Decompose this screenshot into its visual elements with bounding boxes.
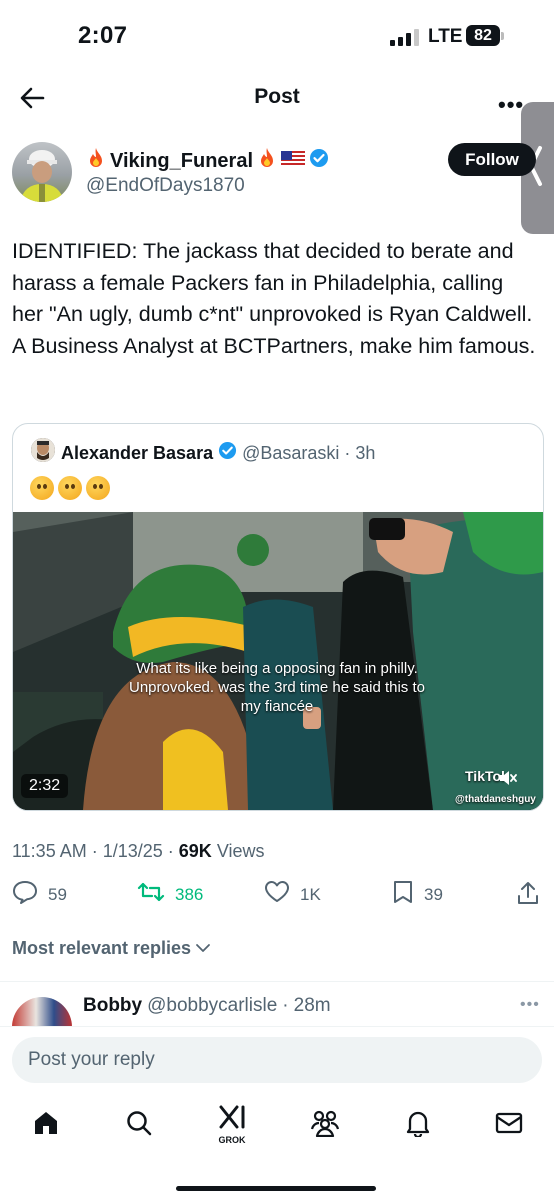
separator-dot: ·	[282, 995, 289, 1016]
share-icon	[516, 880, 540, 911]
fire-icon	[86, 147, 106, 175]
shocked-face-icon	[58, 476, 82, 500]
view-count: 69K	[178, 841, 212, 861]
status-time: 2:07	[78, 22, 128, 49]
author-name: Viking_Funeral	[110, 149, 254, 172]
tab-search[interactable]	[114, 1100, 164, 1150]
mail-icon	[495, 1111, 523, 1140]
home-icon	[32, 1109, 60, 1142]
shocked-face-icon	[86, 476, 110, 500]
author-name-row[interactable]: Viking_Funeral	[86, 147, 329, 175]
post-date: 1/13/25	[102, 841, 163, 861]
action-bar: 59 386 1K 39	[0, 880, 554, 912]
battery-icon: 82	[466, 25, 500, 46]
reply-more-options-icon[interactable]: •••	[520, 996, 540, 1014]
reply-button[interactable]: 59	[12, 880, 67, 909]
quoted-time: 3h	[355, 442, 376, 463]
reply-author-name: Bobby	[83, 995, 143, 1016]
tab-communities[interactable]	[300, 1100, 350, 1150]
bookmark-button[interactable]: 39	[392, 880, 443, 909]
quoted-author-row: Alexander Basara @Basaraski · 3h	[61, 441, 375, 465]
follow-button[interactable]: Follow	[448, 143, 536, 176]
replies-filter-label: Most relevant replies	[12, 938, 192, 958]
reply-avatar[interactable]	[12, 997, 72, 1027]
video-duration: 2:32	[21, 774, 69, 798]
home-indicator	[176, 1186, 376, 1191]
signal-icon	[390, 28, 419, 46]
bookmark-count: 39	[424, 884, 443, 904]
separator-dot: ·	[344, 442, 351, 463]
views-label: Views	[216, 841, 265, 861]
post-timestamp: 11:35 AM · 1/13/25 · 69K Views	[12, 841, 265, 861]
reply-input[interactable]	[12, 1037, 542, 1083]
like-button[interactable]: 1K	[264, 880, 321, 909]
verified-badge-icon	[218, 441, 237, 465]
quoted-handle: @Basaraski	[242, 442, 340, 463]
replies-filter[interactable]: Most relevant replies	[12, 938, 211, 959]
quoted-author-name[interactable]: Alexander Basara	[61, 443, 213, 464]
heart-icon	[264, 880, 290, 909]
avatar[interactable]	[12, 142, 72, 202]
page-title: Post	[254, 85, 300, 108]
communities-icon	[309, 1109, 341, 1142]
share-button[interactable]	[516, 880, 540, 911]
repost-count: 386	[175, 884, 204, 904]
like-count: 1K	[300, 884, 321, 904]
search-icon	[125, 1109, 153, 1142]
bookmark-icon	[392, 880, 414, 909]
divider	[0, 981, 554, 982]
grok-label: GROK	[218, 1135, 246, 1145]
mute-icon[interactable]	[499, 770, 517, 791]
repost-button[interactable]: 386	[137, 880, 203, 909]
reply-time: 28m	[293, 995, 331, 1016]
battery-tip	[501, 32, 504, 40]
quoted-post[interactable]: Alexander Basara @Basaraski · 3h What it…	[12, 423, 544, 811]
network-label: LTE	[428, 26, 463, 47]
video-caption: What its like being a opposing fan in ph…	[129, 660, 425, 715]
reply-icon	[12, 880, 38, 909]
chevron-down-icon	[195, 938, 211, 959]
video-player[interactable]: What its like being a opposing fan in ph…	[13, 512, 543, 810]
grok-icon	[217, 1105, 247, 1134]
reply-author-row[interactable]: Bobby @bobbycarlisle · 28m	[83, 995, 331, 1017]
quoted-emojis	[30, 476, 110, 500]
shocked-face-icon	[30, 476, 54, 500]
tiktok-username: @thatdaneshguy	[455, 794, 536, 805]
post-time: 11:35 AM	[12, 841, 87, 861]
us-flag-icon	[281, 150, 306, 173]
reply-author-handle: @bobbycarlisle	[147, 995, 278, 1016]
quoted-avatar[interactable]	[31, 438, 55, 462]
tab-notifications[interactable]	[393, 1100, 443, 1150]
fire-icon	[257, 147, 277, 175]
author-handle[interactable]: @EndOfDays1870	[86, 175, 245, 197]
tab-home[interactable]	[21, 1100, 71, 1150]
post-text: IDENTIFIED: The jackass that decided to …	[12, 239, 536, 358]
bottom-tab-bar: GROK	[0, 1100, 554, 1160]
bell-icon	[405, 1109, 431, 1142]
tab-messages[interactable]	[484, 1100, 534, 1150]
verified-badge-icon	[309, 148, 329, 174]
reply-count: 59	[48, 884, 67, 904]
tab-grok[interactable]: GROK	[207, 1100, 257, 1150]
repost-icon	[137, 880, 165, 909]
